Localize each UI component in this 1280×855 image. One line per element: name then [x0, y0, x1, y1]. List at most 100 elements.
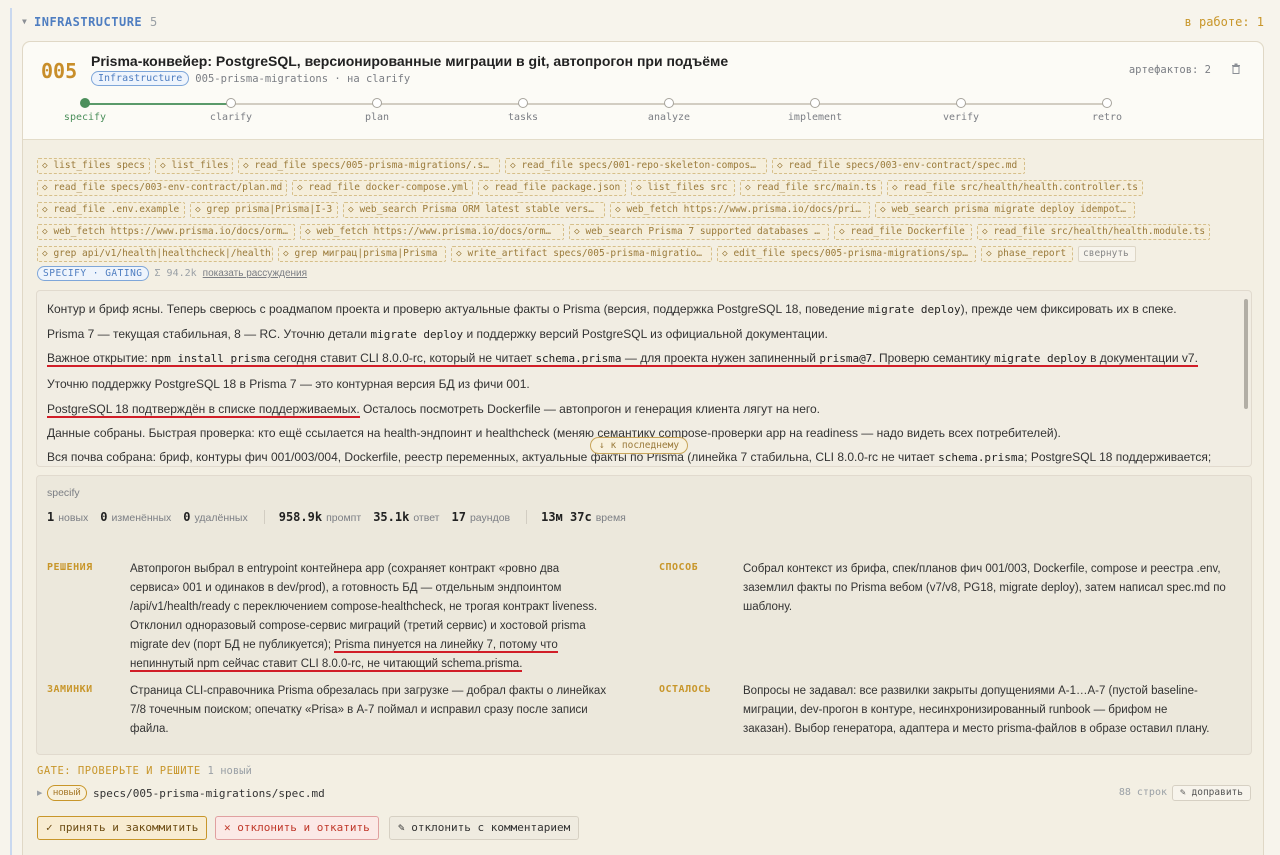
stage-analyze[interactable]: analyze [619, 98, 719, 123]
tool-call-chip[interactable]: ◇ write_artifact specs/005-prisma-migrat… [451, 246, 712, 262]
tool-call-chip[interactable]: ◇ list_files src [631, 180, 735, 196]
decisions-text: Автопрогон выбрал в entrypoint контейнер… [130, 560, 640, 674]
remaining-label: ОСТАЛОСЬ [659, 684, 712, 695]
text-line: migrate dev (порт БД не публикуется); Pr… [130, 639, 558, 653]
stage-implement[interactable]: implement [765, 98, 865, 123]
accept-commit-button[interactable]: ✓ принять и закоммитить [37, 816, 208, 840]
stage-dot [372, 98, 382, 108]
inline-code: migrate deploy [867, 303, 961, 316]
stage-dot [226, 98, 236, 108]
collapse-triangle-icon[interactable]: ▼ [22, 17, 27, 26]
trash-icon[interactable] [1231, 63, 1241, 77]
tool-call-chip[interactable]: ◇ grep api/v1/health|healthcheck|/health [37, 246, 273, 262]
expand-triangle-icon[interactable]: ▶ [37, 789, 42, 797]
text-line: сервиса» 001 и одинаков в dev/prod), а г… [130, 582, 562, 594]
reject-rollback-button[interactable]: ✕ отклонить и откатить [215, 816, 379, 840]
stage-label: clarify [209, 112, 253, 123]
inline-code: schema.prisma [535, 352, 622, 365]
text-line: Отклонил одноразовый compose-сервис мигр… [130, 620, 586, 632]
stat-prompt: 958.9k промпт [278, 510, 362, 524]
artifact-path[interactable]: specs/005-prisma-migrations/spec.md [93, 787, 325, 800]
reasoning-scrollbar[interactable] [1244, 299, 1248, 409]
tool-call-chip[interactable]: ◇ read_file specs/005-prisma-migrations/… [238, 158, 500, 174]
summary-stats: 1 новых 0 изменённых 0 удалённых 958.9k пром… [47, 510, 638, 524]
tool-call-chip[interactable]: ◇ read_file .env.example [37, 202, 185, 218]
scroll-to-last-button[interactable]: ↓ к последнему [590, 437, 689, 454]
stat-divider [526, 510, 528, 524]
tool-call-chip[interactable]: ◇ read_file Dockerfile [834, 224, 972, 240]
stage-dot [810, 98, 820, 108]
inline-code: schema.prisma [938, 451, 1025, 464]
tool-call-chip[interactable]: ◇ read_file src/health/health.controller… [887, 180, 1143, 196]
stage-tasks[interactable]: tasks [473, 98, 573, 123]
stage-specify[interactable]: specify [35, 98, 135, 123]
task-title: Prisma-конвейер: PostgreSQL, версиониров… [91, 53, 729, 69]
tool-call-chip[interactable]: ◇ read_file docker-compose.yml [292, 180, 473, 196]
tool-call-chip[interactable]: ◇ grep prisma|Prisma|I-3 [190, 202, 338, 218]
stage-dot [956, 98, 966, 108]
tool-call-chip[interactable]: ◇ list_files [155, 158, 233, 174]
stage-label: analyze [647, 112, 691, 123]
tool-call-chip[interactable]: ◇ web_fetch https://www.prisma.io/docs/p… [610, 202, 870, 218]
stage-clarify[interactable]: clarify [181, 98, 281, 123]
text: Осталось посмотреть Dockerfile — автопро… [359, 402, 820, 416]
method-text: Собрал контекст из брифа, спек/планов фи… [743, 560, 1243, 617]
text: . Проверю семантику [872, 351, 995, 365]
stage-plan[interactable]: plan [327, 98, 427, 123]
task-slug: 005-prisma-migrations · на clarify [195, 72, 411, 85]
text-line: 7/8 точечным поиском; опечатку «Prisa» в… [130, 704, 588, 716]
text-line: миграции, dev-прогон в контуре, несинхро… [743, 704, 1168, 716]
stage-progress: specify clarify plan tasks analyze imple… [23, 98, 1263, 132]
stage-verify[interactable]: verify [911, 98, 1011, 123]
tool-call-chip[interactable]: ◇ web_fetch https://www.prisma.io/docs/o… [37, 224, 295, 240]
inline-code: npm install prisma [151, 352, 271, 365]
stat-new: 1 новых [47, 510, 89, 524]
task-number: 005 [41, 59, 78, 83]
tool-call-chip[interactable]: ◇ read_file specs/003-env-contract/spec.… [772, 158, 1025, 174]
stat-time: 13м 37с время [541, 510, 626, 524]
inline-code: prisma@7 [819, 352, 873, 365]
gate-label: GATE: ПРОВЕРЬТЕ И РЕШИТЕ [37, 765, 201, 777]
text-line: непиннутый npm сейчас ставит CLI 8.0.0-r… [130, 655, 640, 674]
tool-call-chip[interactable]: ◇ read_file specs/003-env-contract/plan.… [37, 180, 287, 196]
stage-retro[interactable]: retro [1057, 98, 1157, 123]
tool-call-chip[interactable]: ◇ web_search Prisma ORM latest stable ve… [343, 202, 605, 218]
show-reasoning-link[interactable]: показать рассуждения [203, 268, 307, 279]
text: — для проекта нужен запиненный [621, 351, 820, 365]
tool-call-chip[interactable]: ◇ edit_file specs/005-prisma-migrations/… [717, 246, 976, 262]
text: Важное открытие: [47, 351, 152, 365]
tool-call-chip[interactable]: ◇ web_fetch https://www.prisma.io/docs/o… [300, 224, 564, 240]
tool-call-chip[interactable]: ◇ read_file src/health/health.module.ts [977, 224, 1210, 240]
text: Контур и бриф ясны. Теперь сверюсь с роа… [47, 302, 868, 316]
tool-call-chip[interactable]: ◇ grep миграц|prisma|Prisma [278, 246, 446, 262]
section-left-border [10, 8, 12, 855]
reasoning-log[interactable]: Контур и бриф ясны. Теперь сверюсь с роа… [36, 290, 1252, 467]
section-name: INFRASTRUCTURE [34, 15, 143, 29]
tool-call-chip[interactable]: ◇ phase_report [981, 246, 1073, 262]
token-sum: Σ 94.2k [154, 268, 197, 279]
stage-label: plan [364, 112, 390, 123]
text-line: Автопрогон выбрал в entrypoint контейнер… [130, 563, 560, 575]
tool-call-chip[interactable]: ◇ read_file specs/001-repo-skeleton-comp… [505, 158, 767, 174]
highlighted-text: PostgreSQL 18 подтверждён в списке подде… [47, 402, 360, 418]
task-tag-badge[interactable]: Infrastructure [91, 71, 190, 86]
reject-with-comment-button[interactable]: ✎ отклонить с комментарием [389, 816, 580, 840]
stage-dot [80, 98, 90, 108]
stat-answer: 35.1k ответ [373, 510, 440, 524]
artifact-row[interactable]: ▶ новый specs/005-prisma-migrations/spec… [37, 785, 1251, 803]
task-card: 005 Prisma-конвейер: PostgreSQL, версион… [22, 41, 1264, 855]
section-header[interactable]: ▼ INFRASTRUCTURE 5 в работе: 1 [22, 15, 1270, 31]
tool-call-chip[interactable]: ◇ web_search prisma migrate deploy idemp… [875, 202, 1135, 218]
phase-summary: specify 1 новых 0 изменённых 0 удалённых 95… [36, 475, 1252, 755]
tool-call-chip[interactable]: ◇ web_search Prisma 7 supported database… [569, 224, 829, 240]
stage-label: verify [942, 112, 980, 123]
text-line: шаблону. [743, 601, 793, 613]
tool-call-chip[interactable]: ◇ read_file src/main.ts [740, 180, 882, 196]
tool-call-chip[interactable]: ◇ read_file package.json [478, 180, 626, 196]
stat-rounds: 17 раундов [451, 510, 511, 524]
task-subline: Infrastructure 005-prisma-migrations · н… [91, 71, 410, 86]
refine-button[interactable]: ✎ доправить [1172, 785, 1251, 801]
tool-call-chip[interactable]: ◇ list_files specs [37, 158, 150, 174]
stage-label: implement [787, 112, 843, 123]
collapse-button[interactable]: свернуть [1078, 246, 1136, 262]
